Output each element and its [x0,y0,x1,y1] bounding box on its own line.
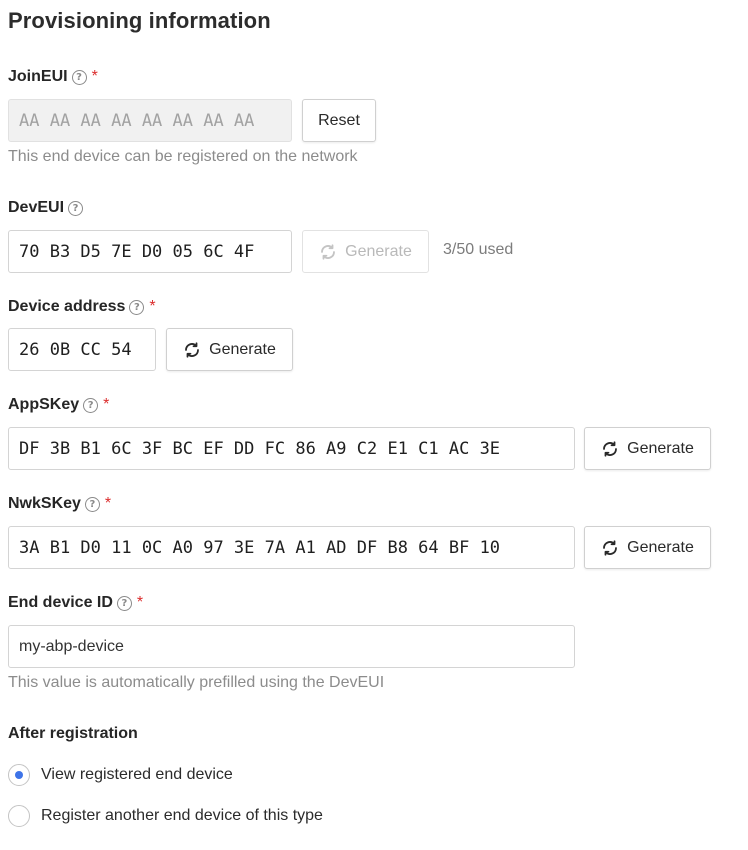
required-asterisk: * [104,495,112,512]
device-address-value: 26 0B CC 54 [19,339,132,360]
device-address-label-text: Device address [8,298,126,315]
generate-button-label: Generate [345,242,412,260]
join-eui-value: AA AA AA AA AA AA AA AA [19,110,255,131]
dev-eui-value: 70 B3 D5 7E D0 05 6C 4F [19,241,255,262]
refresh-icon [185,341,200,358]
help-circle-icon[interactable]: ? [71,69,87,85]
app-skey-label: AppSKey ? * [8,396,109,414]
app-skey-label-text: AppSKey [8,396,80,413]
end-device-id-input[interactable]: my-abp-device [8,625,575,668]
nwk-skey-input[interactable]: 3A B1 D0 11 0C A0 97 3E 7A A1 AD DF B8 6… [8,526,575,569]
end-device-id-label-text: End device ID [8,594,113,611]
join-eui-hint: This end device can be registered on the… [8,148,358,165]
dev-eui-label: DevEUI ? [8,199,84,217]
radio-option-view-registered[interactable]: View registered end device [8,764,233,786]
device-address-generate-button[interactable]: Generate [166,328,293,371]
reset-button-label: Reset [318,111,360,129]
required-asterisk: * [136,594,144,611]
radio-button-unselected[interactable] [8,805,30,827]
device-address-input[interactable]: 26 0B CC 54 [8,328,156,371]
nwk-skey-label-text: NwkSKey [8,495,81,512]
refresh-icon [603,539,618,556]
after-registration-label: After registration [8,725,138,742]
join-eui-label-text: JoinEUI [8,68,68,85]
required-asterisk: * [149,298,156,315]
required-asterisk: * [103,396,110,413]
nwk-skey-generate-button[interactable]: Generate [584,526,711,569]
join-eui-label: JoinEUI ? * [8,68,98,86]
help-circle-icon[interactable]: ? [68,200,84,216]
radio-dot [15,771,23,779]
app-skey-input[interactable]: DF 3B B1 6C 3F BC EF DD FC 86 A9 C2 E1 C… [8,427,575,470]
end-device-id-hint: This value is automatically prefilled us… [8,674,385,691]
dev-eui-generate-button[interactable]: Generate [302,230,429,273]
end-device-id-value: my-abp-device [19,637,124,655]
radio-option-label: View registered end device [41,766,233,783]
help-circle-icon[interactable]: ? [84,496,100,512]
radio-button-selected[interactable] [8,764,30,786]
help-circle-icon[interactable]: ? [129,299,145,315]
reset-button[interactable]: Reset [302,99,376,142]
end-device-id-label: End device ID ? * [8,594,143,612]
nwk-skey-value: 3A B1 D0 11 0C A0 97 3E 7A A1 AD DF B8 6… [19,537,501,558]
help-circle-icon[interactable]: ? [116,595,132,611]
generate-button-label: Generate [209,340,276,358]
app-skey-generate-button[interactable]: Generate [584,427,711,470]
device-address-label: Device address ? * [8,298,156,316]
refresh-icon [603,440,618,457]
nwk-skey-label: NwkSKey ? * [8,495,111,513]
join-eui-input[interactable]: AA AA AA AA AA AA AA AA [8,99,292,142]
app-skey-value: DF 3B B1 6C 3F BC EF DD FC 86 A9 C2 E1 C… [19,438,501,459]
generate-button-label: Generate [627,538,694,556]
dev-eui-input[interactable]: 70 B3 D5 7E D0 05 6C 4F [8,230,292,273]
dev-eui-usage: 3/50 used [443,241,514,258]
refresh-icon [321,243,336,260]
section-title: Provisioning information [8,8,271,33]
generate-button-label: Generate [627,439,694,457]
radio-option-label: Register another end device of this type [41,807,323,824]
help-circle-icon[interactable]: ? [83,397,99,413]
required-asterisk: * [91,68,98,85]
dev-eui-label-text: DevEUI [8,199,65,216]
radio-option-register-another[interactable]: Register another end device of this type [8,805,323,827]
